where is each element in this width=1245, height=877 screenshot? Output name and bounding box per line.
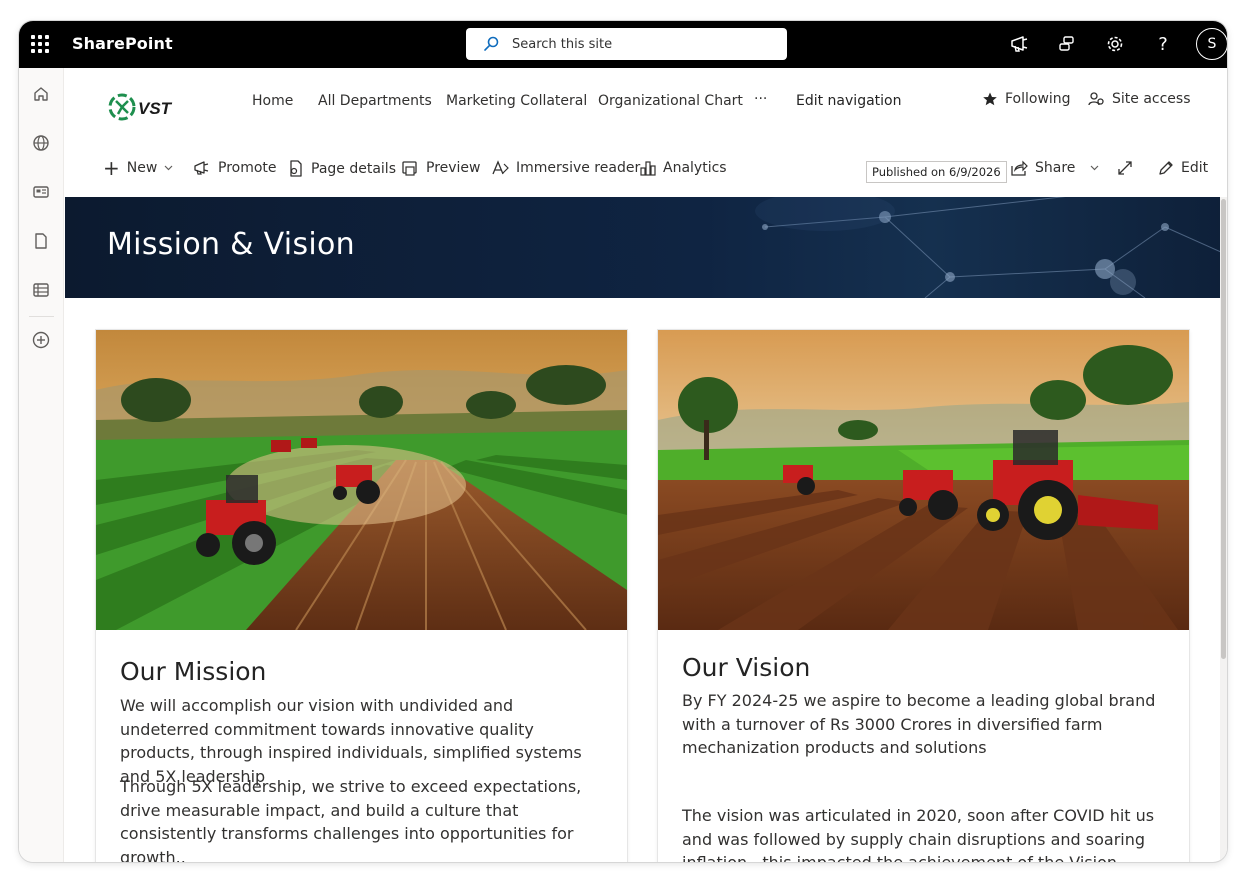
people-icon [1088, 92, 1104, 106]
vision-card: Our Vision By FY 2024-25 we aspire to be… [658, 330, 1189, 862]
vision-heading: Our Vision [682, 653, 811, 682]
nav-more-icon[interactable]: ··· [754, 91, 767, 107]
site-logo[interactable]: VST [108, 92, 182, 126]
share-out-icon [1011, 160, 1028, 176]
page-title: Mission & Vision [107, 227, 355, 262]
vision-paragraph-1: By FY 2024-25 we aspire to become a lead… [682, 691, 1156, 757]
mission-image [96, 330, 627, 630]
new-label: New [126, 160, 158, 176]
following-label: Following [1005, 91, 1071, 107]
edit-label: Edit [1181, 160, 1209, 176]
edit-button[interactable]: Edit [1158, 160, 1208, 176]
analytics-button[interactable]: Analytics [640, 160, 727, 176]
globe-icon[interactable] [30, 132, 52, 154]
help-icon[interactable]: ? [1152, 33, 1174, 55]
add-icon[interactable] [30, 329, 52, 351]
nav-home[interactable]: Home [252, 93, 293, 109]
pencil-icon [1159, 161, 1173, 175]
nav-organizational-chart[interactable]: Organizational Chart [598, 93, 743, 109]
app-bar-divider [29, 316, 54, 317]
share-icon[interactable] [1056, 33, 1078, 55]
preview-button[interactable]: Preview [402, 160, 481, 176]
svg-text:VST: VST [138, 99, 173, 118]
settings-icon[interactable] [1104, 33, 1126, 55]
avatar[interactable]: S [1196, 28, 1227, 60]
home-icon[interactable] [30, 83, 52, 105]
following-button[interactable]: Following [982, 91, 1071, 107]
page-banner: Mission & Vision [65, 197, 1221, 298]
chevron-down-icon [164, 165, 173, 171]
waffle-icon[interactable] [31, 35, 49, 53]
tractors-plowing-image-icon [658, 330, 1189, 630]
search-box[interactable] [466, 28, 787, 60]
site-access-label: Site access [1112, 91, 1191, 107]
nav-edit-navigation[interactable]: Edit navigation [796, 93, 901, 109]
add-icon: + [103, 156, 120, 180]
promote-button[interactable]: Promote [193, 160, 277, 176]
tractor-field-image-icon [96, 330, 627, 630]
list-icon[interactable] [30, 279, 52, 301]
expand-icon [1118, 161, 1132, 175]
mission-card: Our Mission We will accomplish our visio… [96, 330, 627, 862]
new-button[interactable]: + New [103, 156, 173, 180]
star-icon [983, 92, 997, 106]
preview-icon [402, 161, 417, 176]
suite-bar: SharePoint ? S [19, 21, 1227, 68]
mission-paragraph-1: We will accomplish our vision with undiv… [120, 696, 582, 786]
nav-all-departments[interactable]: All Departments [318, 93, 432, 109]
immersive-reader-label: Immersive reader [516, 160, 641, 176]
chevron-down-icon [1090, 165, 1099, 171]
search-input[interactable] [512, 34, 772, 54]
share-label: Share [1035, 160, 1076, 176]
vision-paragraph-2: The vision was articulated in 2020, soon… [682, 806, 1155, 862]
nav-marketing-collateral[interactable]: Marketing Collateral [446, 93, 587, 109]
immersive-reader-button[interactable]: Immersive reader [492, 160, 640, 176]
search-icon [484, 36, 499, 51]
immersive-reader-icon [492, 160, 509, 175]
mission-heading: Our Mission [120, 657, 267, 686]
scrollbar-thumb[interactable] [1221, 199, 1226, 659]
vst-logo-icon: VST [108, 93, 173, 121]
expand-button[interactable] [1117, 160, 1133, 176]
browser-window: SharePoint ? S [19, 21, 1227, 862]
news-icon[interactable] [30, 181, 52, 203]
file-icon[interactable] [30, 230, 52, 252]
page-details-label: Page details [311, 160, 396, 177]
megaphone-icon [194, 161, 209, 175]
page-details-button[interactable]: Page details [288, 160, 396, 177]
published-badge[interactable]: Published on 6/9/2026 [866, 161, 1007, 183]
app-bar [19, 68, 64, 862]
site-access-button[interactable]: Site access [1088, 91, 1191, 107]
feedback-icon[interactable] [1009, 33, 1031, 55]
page-details-icon [290, 160, 302, 177]
share-button[interactable]: Share [1011, 160, 1099, 176]
vision-image [658, 330, 1189, 630]
app-name[interactable]: SharePoint [72, 34, 173, 53]
preview-label: Preview [426, 160, 481, 176]
analytics-label: Analytics [663, 160, 727, 176]
analytics-icon [640, 161, 656, 176]
promote-label: Promote [218, 160, 277, 176]
mission-paragraph-2: Through 5X leadership, we strive to exce… [120, 777, 582, 862]
